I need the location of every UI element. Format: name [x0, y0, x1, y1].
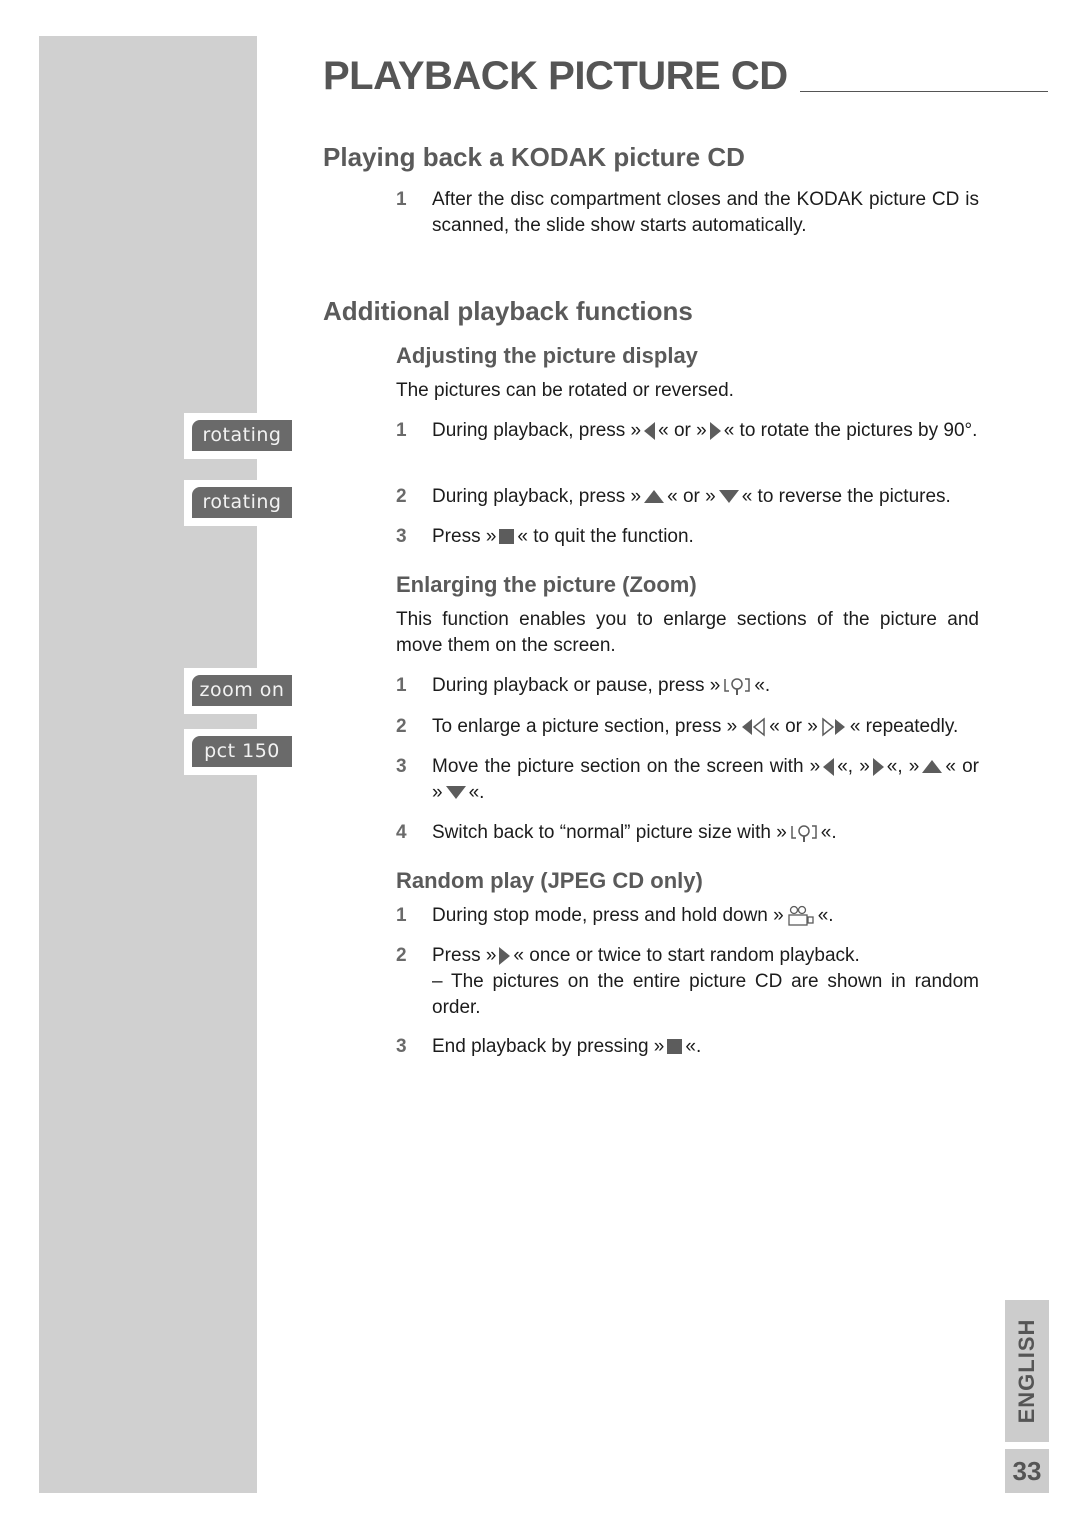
- camera-icon: [788, 905, 814, 926]
- step-number: 1: [396, 905, 407, 926]
- zoom-icon: [791, 825, 817, 842]
- step-text: Switch back to “normal” picture size wit…: [432, 822, 787, 843]
- step-item: 1 During playback or pause, press » «.: [396, 673, 979, 699]
- step-number: 2: [396, 716, 407, 737]
- step-text: End playback by pressing »: [432, 1036, 665, 1057]
- step-text: «, »: [837, 756, 870, 777]
- step-text: «, »: [886, 756, 920, 777]
- step-text: «.: [754, 675, 771, 696]
- step-number: 3: [396, 756, 407, 777]
- step-number: 3: [396, 1036, 407, 1057]
- right-arrow-icon: [872, 757, 884, 776]
- step-text: « or »: [658, 420, 707, 441]
- section-heading-additional: Additional playback functions: [323, 296, 693, 326]
- step-text: « repeatedly.: [849, 716, 959, 737]
- page-title: PLAYBACK PICTURE CD: [323, 54, 788, 98]
- left-arrow-icon: [823, 757, 835, 776]
- step-item: 3 End playback by pressing » «.: [396, 1034, 979, 1060]
- step-text: « to quit the function.: [517, 526, 694, 547]
- step-text: During playback or pause, press »: [432, 675, 721, 696]
- section-heading-kodak: Playing back a KODAK picture CD: [323, 142, 745, 172]
- step-item: 1 During playback, press » « or » « to rot…: [396, 418, 979, 444]
- step-number: 4: [396, 822, 407, 843]
- osd-badge-frame: pct 150: [184, 729, 294, 775]
- right-arrow-icon: [709, 421, 721, 440]
- rewind-icon: [742, 717, 765, 737]
- step-item: 2 To enlarge a picture section, press » «…: [396, 714, 979, 740]
- osd-badge-rotating: rotating: [192, 420, 292, 451]
- language-label: ENGLISH: [1014, 1318, 1039, 1424]
- stop-icon: [499, 529, 515, 545]
- step-text: To enlarge a picture section, press »: [432, 716, 738, 737]
- step-number: 1: [396, 675, 407, 696]
- osd-badge-frame: rotating: [184, 480, 294, 526]
- down-arrow-icon: [718, 490, 739, 504]
- osd-badge-frame: rotating: [184, 413, 294, 459]
- subheading-adjust: Adjusting the picture display: [396, 343, 698, 368]
- step-text: « to rotate the pictures by 90°.: [723, 420, 978, 441]
- step-item: 2 Press » « once or twice to start random…: [396, 943, 979, 1021]
- step-item: 3 Move the picture section on the screen…: [396, 754, 979, 806]
- osd-badge-rotating: rotating: [192, 487, 292, 518]
- step-item: 1 During stop mode, press and hold down …: [396, 903, 979, 929]
- step-text: « once or twice to start random playback…: [513, 945, 860, 966]
- down-arrow-icon: [445, 786, 466, 800]
- step-text: During stop mode, press and hold down »: [432, 905, 784, 926]
- step-text: «.: [817, 905, 834, 926]
- step-text: Press »: [432, 945, 497, 966]
- step-subnote: – The pictures on the entire picture CD …: [432, 971, 979, 1018]
- subheading-random: Random play (JPEG CD only): [396, 868, 703, 893]
- adjust-intro: The pictures can be rotated or reversed.: [396, 380, 734, 401]
- step-number: 2: [396, 486, 407, 507]
- step-text: Press »: [432, 526, 497, 547]
- step-item: 2 During playback, press » « or » « to rev…: [396, 484, 979, 510]
- step-text: After the disc compartment closes and th…: [432, 189, 979, 236]
- stop-icon: [667, 1039, 683, 1055]
- play-icon: [499, 946, 511, 965]
- page-number: 33: [1005, 1449, 1049, 1493]
- osd-badge-zoom-on: zoom on: [192, 675, 292, 706]
- step-text: « or »: [667, 486, 716, 507]
- subheading-zoom: Enlarging the picture (Zoom): [396, 572, 697, 597]
- step-number: 1: [396, 420, 407, 441]
- step-text: During playback, press »: [432, 486, 642, 507]
- zoom-icon: [724, 678, 751, 695]
- up-arrow-icon: [922, 760, 943, 774]
- step-text: «.: [820, 822, 837, 843]
- up-arrow-icon: [644, 490, 665, 504]
- language-tab: ENGLISH: [1005, 1300, 1049, 1442]
- left-arrow-icon: [644, 421, 656, 440]
- step-text: Move the picture section on the screen w…: [432, 756, 821, 777]
- step-item: 3 Press » « to quit the function.: [396, 524, 979, 550]
- step-text: «.: [468, 782, 485, 803]
- title-rule: [800, 91, 1048, 92]
- fast-forward-icon: [822, 717, 845, 737]
- osd-badge-frame: zoom on: [184, 668, 294, 714]
- step-number: 2: [396, 945, 407, 966]
- osd-badge-pct: pct 150: [192, 736, 292, 767]
- step-text: «.: [685, 1036, 702, 1057]
- step-item: 1 After the disc compartment closes and …: [396, 187, 979, 239]
- step-number: 3: [396, 526, 407, 547]
- step-number: 1: [396, 189, 407, 210]
- step-text: « or »: [769, 716, 818, 737]
- step-item: 4 Switch back to “normal” picture size w…: [396, 820, 979, 846]
- zoom-intro: This function enables you to enlarge sec…: [396, 609, 979, 656]
- step-text: « to reverse the pictures.: [741, 486, 951, 507]
- step-text: During playback, press »: [432, 420, 642, 441]
